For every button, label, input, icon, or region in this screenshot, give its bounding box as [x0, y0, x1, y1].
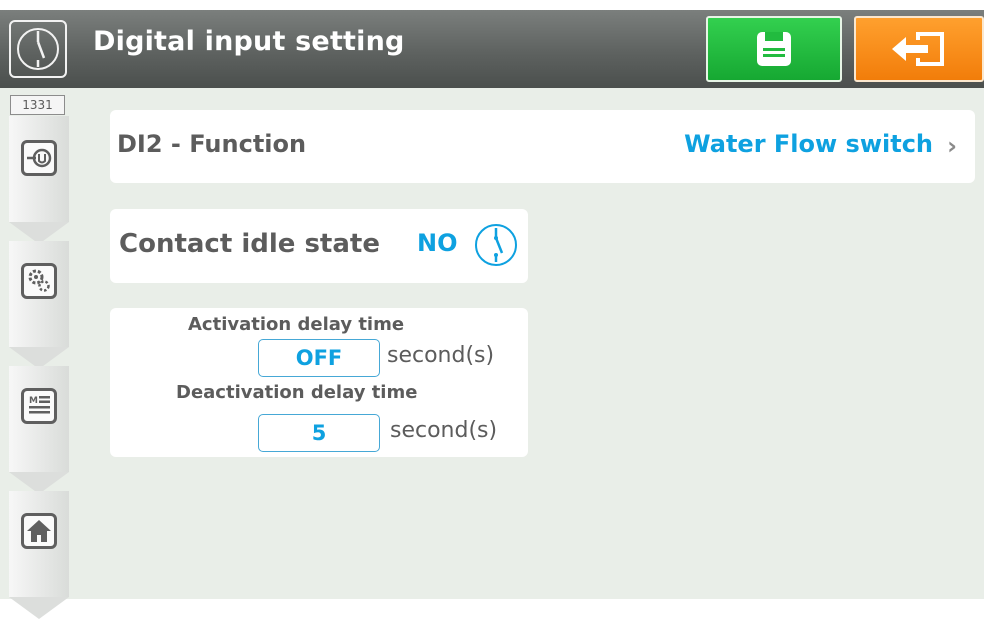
- contact-idle-label: Contact idle state: [119, 229, 380, 259]
- sidebar-item-menu[interactable]: M: [9, 366, 69, 494]
- screen-code: 1331: [10, 95, 65, 115]
- function-value[interactable]: Water Flow switch: [684, 130, 933, 158]
- deactivation-delay-input[interactable]: 5: [258, 414, 380, 452]
- activation-delay-unit: second(s): [387, 343, 495, 368]
- sidebar-item-io[interactable]: [9, 116, 69, 244]
- exit-button[interactable]: [854, 16, 984, 82]
- chevron-right-icon: ›: [947, 132, 957, 160]
- home-icon: [21, 513, 57, 549]
- header-bar: Digital input setting: [0, 10, 984, 88]
- deactivation-delay-label: Deactivation delay time: [176, 382, 418, 403]
- sidebar-item-home[interactable]: [9, 491, 69, 619]
- delay-settings-panel: Activation delay time OFF second(s) Deac…: [110, 308, 528, 457]
- page-title: Digital input setting: [93, 26, 405, 57]
- contact-switch-icon: [9, 20, 67, 78]
- exit-arrow-icon: [892, 32, 944, 66]
- contact-idle-value[interactable]: NO: [417, 229, 458, 257]
- function-row[interactable]: DI2 - Function Water Flow switch ›: [110, 110, 975, 183]
- svg-text:M: M: [29, 396, 38, 406]
- deactivation-delay-unit: second(s): [390, 418, 498, 443]
- normally-open-contact-icon[interactable]: [473, 222, 519, 268]
- screen: Digital input setting 1331 M DI2 - Funct…: [0, 10, 984, 619]
- io-connector-icon: [21, 140, 57, 176]
- menu-list-icon: M: [21, 388, 57, 424]
- gears-icon: [21, 263, 57, 299]
- activation-delay-label: Activation delay time: [188, 314, 405, 335]
- save-button[interactable]: [706, 16, 842, 82]
- sidebar-item-settings[interactable]: [9, 241, 69, 369]
- activation-delay-input[interactable]: OFF: [258, 339, 380, 377]
- floppy-disk-icon: [757, 32, 791, 66]
- contact-idle-row[interactable]: Contact idle state NO: [110, 209, 528, 283]
- function-label: DI2 - Function: [117, 130, 307, 158]
